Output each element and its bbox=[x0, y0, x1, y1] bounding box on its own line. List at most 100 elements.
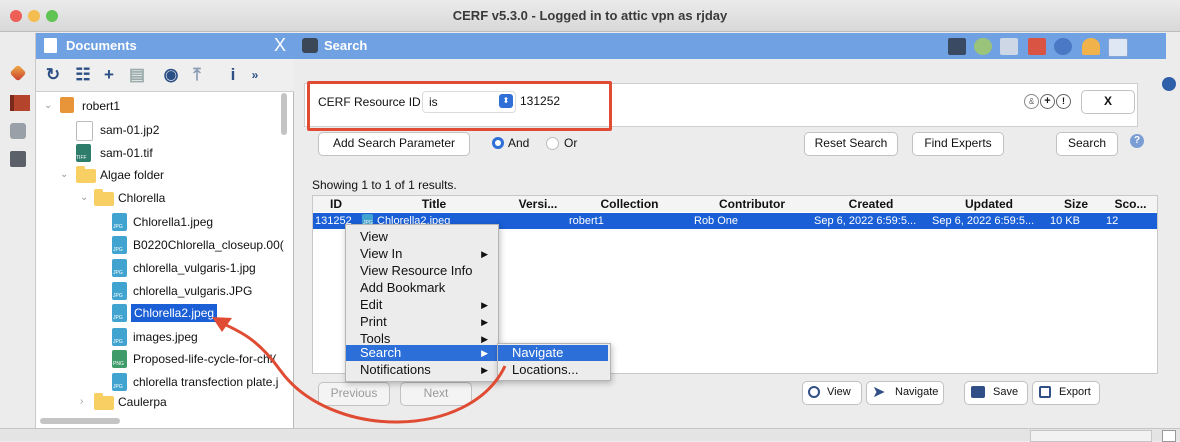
tree-node-file[interactable]: chlorella transfection plate.j bbox=[36, 371, 284, 393]
tree-label: Algae folder bbox=[100, 168, 165, 182]
find-experts-button[interactable]: Find Experts bbox=[912, 132, 1004, 156]
clear-parameter-button[interactable]: X bbox=[1081, 90, 1135, 114]
column-header[interactable]: ID bbox=[313, 196, 360, 212]
tree-node-robert1[interactable]: ⌄ robert1 bbox=[36, 95, 284, 117]
annotation-highlight-box bbox=[307, 81, 612, 131]
folder-icon bbox=[94, 189, 114, 206]
not-toggle-icon[interactable]: ! bbox=[1056, 94, 1071, 109]
documents-close-button[interactable]: X bbox=[274, 35, 286, 56]
people-icon[interactable] bbox=[10, 123, 26, 139]
file-icon bbox=[76, 121, 93, 141]
and-toggle-icon[interactable]: & bbox=[1024, 94, 1039, 109]
menu-item-print[interactable]: Print ▶ bbox=[346, 314, 498, 330]
submenu-item-navigate[interactable]: Navigate bbox=[498, 345, 608, 361]
submenu-arrow-icon: ▶ bbox=[481, 317, 488, 327]
menu-label: View Resource Info bbox=[360, 263, 473, 278]
eye-icon[interactable]: ◉ bbox=[160, 64, 182, 86]
view-button[interactable]: View bbox=[802, 381, 862, 405]
list-icon[interactable]: ☷ bbox=[72, 64, 94, 86]
tree-node-file[interactable]: chlorella_vulgaris.JPG bbox=[36, 280, 284, 302]
menu-label: Print bbox=[360, 314, 387, 329]
export-button[interactable]: Export bbox=[1032, 381, 1100, 405]
menu-item-view-resource-info[interactable]: View Resource Info bbox=[346, 263, 498, 279]
more-chevron-icon[interactable]: » bbox=[244, 64, 266, 86]
binoculars-icon bbox=[302, 38, 318, 53]
drive-icon[interactable] bbox=[10, 151, 26, 167]
column-header[interactable]: Created bbox=[812, 196, 931, 212]
menu-item-edit[interactable]: Edit ▶ bbox=[346, 297, 498, 313]
add-icon[interactable]: + bbox=[98, 64, 120, 86]
column-header[interactable]: Size bbox=[1048, 196, 1105, 212]
tree-horizontal-scrollbar[interactable] bbox=[40, 418, 120, 424]
tree-node-chlorella[interactable]: ⌄ Chlorella bbox=[36, 187, 284, 209]
list-view-icon[interactable] bbox=[1000, 38, 1018, 55]
tree-label: Chlorella2.jpeg bbox=[131, 304, 218, 322]
save-disk-icon[interactable] bbox=[948, 38, 966, 55]
column-header[interactable]: Versi... bbox=[509, 196, 568, 212]
submenu-item-locations[interactable]: Locations... bbox=[498, 362, 608, 378]
tree-node-file[interactable]: B0220Chlorella_closeup.00( bbox=[36, 234, 284, 256]
documents-panel: Documents X ↻ ☷ + ▤ ◉ ⤒ i » ⌄ robert1 sa… bbox=[36, 33, 294, 428]
column-header[interactable]: Updated bbox=[930, 196, 1049, 212]
tree-label: Chlorella1.jpeg bbox=[133, 215, 214, 229]
save-button[interactable]: Save bbox=[964, 381, 1028, 405]
cell-created: Sep 6, 2022 6:59:5... bbox=[814, 215, 917, 227]
tree-node-file[interactable]: images.jpeg bbox=[36, 326, 284, 348]
menu-label: Locations... bbox=[512, 362, 579, 377]
search-button[interactable]: Search bbox=[1056, 132, 1118, 156]
bookmark-icon[interactable] bbox=[9, 64, 27, 82]
experts-icon[interactable] bbox=[1082, 38, 1100, 55]
menu-item-search[interactable]: Search ▶ bbox=[346, 345, 498, 361]
globe-icon[interactable] bbox=[974, 38, 992, 55]
jpg-file-icon bbox=[112, 373, 127, 391]
properties-icon[interactable]: ▤ bbox=[126, 64, 148, 86]
or-radio[interactable] bbox=[546, 137, 559, 150]
export-icon bbox=[1039, 386, 1051, 398]
chevron-right-icon[interactable]: › bbox=[80, 391, 83, 413]
tree-label: B0220Chlorella_closeup.00( bbox=[133, 238, 284, 252]
tree-scrollbar[interactable] bbox=[281, 93, 287, 135]
column-header[interactable]: Contributor bbox=[692, 196, 813, 212]
menu-label: Tools bbox=[360, 331, 391, 346]
chevron-down-icon[interactable]: ⌄ bbox=[44, 95, 52, 117]
column-header[interactable]: Collection bbox=[567, 196, 693, 212]
upload-icon[interactable]: ⤒ bbox=[186, 64, 208, 86]
column-header[interactable]: Title bbox=[359, 196, 510, 212]
tree-node-file[interactable]: sam-01.jp2 bbox=[36, 119, 284, 141]
save-label: Save bbox=[993, 386, 1019, 398]
navigate-arrow-icon: ➤ bbox=[872, 384, 886, 401]
report-icon[interactable] bbox=[1028, 38, 1046, 55]
tree-node-file[interactable]: sam-01.tif bbox=[36, 142, 284, 164]
tree-node-caulerpa[interactable]: › Caulerpa bbox=[36, 391, 284, 413]
tree-node-file[interactable]: Proposed-life-cycle-for-chl( bbox=[36, 348, 284, 370]
add-search-parameter-button[interactable]: Add Search Parameter bbox=[318, 132, 470, 156]
menu-item-view[interactable]: View bbox=[346, 229, 498, 245]
chevron-down-icon[interactable]: ⌄ bbox=[80, 187, 88, 209]
email-icon[interactable] bbox=[1054, 38, 1072, 55]
sync-icon[interactable]: ↻ bbox=[42, 64, 64, 86]
menu-item-notifications[interactable]: Notifications ▶ bbox=[346, 362, 498, 378]
tree-label: Proposed-life-cycle-for-chl( bbox=[133, 352, 277, 366]
previous-button[interactable]: Previous bbox=[318, 382, 390, 406]
chevron-down-icon[interactable]: ⌄ bbox=[60, 164, 68, 186]
tree-node-file[interactable]: Chlorella1.jpeg bbox=[36, 211, 284, 233]
cell-updated: Sep 6, 2022 6:59:5... bbox=[932, 215, 1035, 227]
help-icon[interactable]: ? bbox=[1130, 134, 1144, 148]
navigate-button[interactable]: ➤ Navigate bbox=[866, 381, 944, 405]
and-label: And bbox=[508, 136, 530, 150]
add-row-icon[interactable]: + bbox=[1040, 94, 1055, 109]
next-button[interactable]: Next bbox=[400, 382, 472, 406]
resize-grip-icon[interactable] bbox=[1162, 430, 1176, 442]
book-icon[interactable] bbox=[10, 95, 30, 111]
tree-node-file[interactable]: chlorella_vulgaris-1.jpg bbox=[36, 257, 284, 279]
info-icon[interactable]: i bbox=[222, 64, 244, 86]
submenu-arrow-icon: ▶ bbox=[481, 249, 488, 259]
menu-item-view-in[interactable]: View In ▶ bbox=[346, 246, 498, 262]
column-header[interactable]: Sco... bbox=[1104, 196, 1157, 212]
search-binoculars-icon[interactable] bbox=[1108, 38, 1128, 57]
reset-search-button[interactable]: Reset Search bbox=[804, 132, 898, 156]
and-radio[interactable] bbox=[492, 137, 504, 149]
menu-item-add-bookmark[interactable]: Add Bookmark bbox=[346, 280, 498, 296]
tree-node-algae-folder[interactable]: ⌄ Algae folder bbox=[36, 164, 284, 186]
tree-node-selected-file[interactable]: Chlorella2.jpeg bbox=[36, 302, 284, 324]
